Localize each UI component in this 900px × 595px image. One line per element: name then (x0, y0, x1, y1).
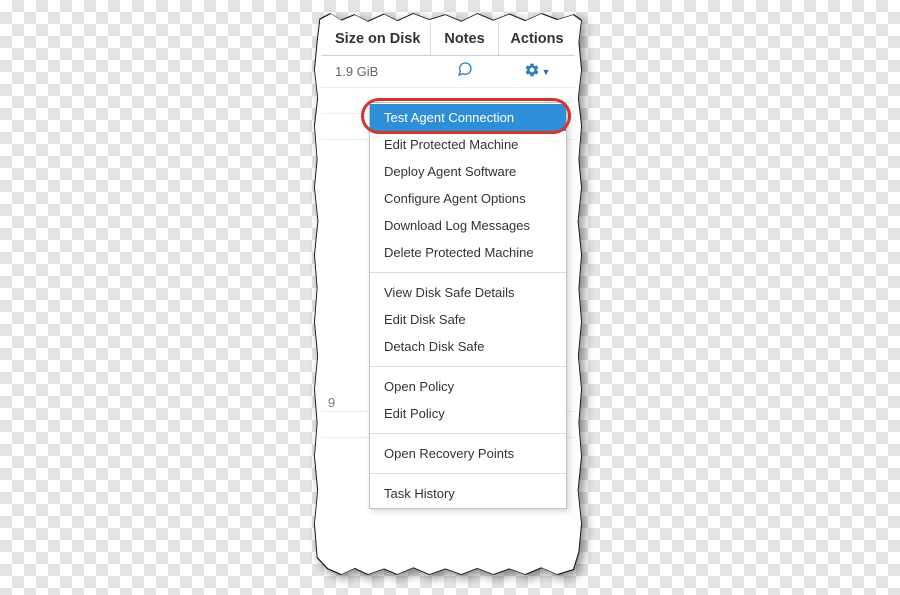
col-header-size[interactable]: Size on Disk (321, 22, 431, 55)
menu-item[interactable]: Download Log Messages (370, 212, 566, 239)
col-header-notes[interactable]: Notes (431, 22, 499, 55)
panel-content: Size on Disk Notes Actions 1.9 GiB ▼ (321, 22, 575, 566)
table-header: Size on Disk Notes Actions (321, 22, 575, 56)
speech-bubble-icon[interactable] (457, 61, 473, 82)
gear-icon[interactable] (524, 62, 540, 81)
menu-item[interactable]: Delete Protected Machine (370, 239, 566, 266)
menu-separator (370, 433, 566, 434)
cell-notes[interactable] (431, 56, 499, 87)
table-row: 1.9 GiB ▼ (321, 56, 575, 88)
caret-down-icon[interactable]: ▼ (542, 67, 551, 77)
cell-size: 1.9 GiB (321, 56, 431, 87)
menu-item[interactable]: Open Policy (370, 373, 566, 400)
menu-item[interactable]: Edit Protected Machine (370, 131, 566, 158)
menu-separator (370, 272, 566, 273)
torn-paper: Size on Disk Notes Actions 1.9 GiB ▼ (315, 14, 581, 574)
menu-item[interactable]: View Disk Safe Details (370, 279, 566, 306)
menu-separator (370, 473, 566, 474)
menu-item[interactable]: Deploy Agent Software (370, 158, 566, 185)
panel-fragment: Size on Disk Notes Actions 1.9 GiB ▼ (315, 14, 581, 574)
menu-item[interactable]: Test Agent Connection (370, 104, 566, 131)
menu-item[interactable]: Task History (370, 480, 566, 507)
partial-cell-text: 9 (328, 395, 335, 410)
menu-item[interactable]: Edit Disk Safe (370, 306, 566, 333)
menu-item[interactable]: Edit Policy (370, 400, 566, 427)
menu-item[interactable]: Configure Agent Options (370, 185, 566, 212)
actions-dropdown: Test Agent ConnectionEdit Protected Mach… (369, 102, 567, 509)
cell-actions[interactable]: ▼ (499, 56, 575, 87)
menu-item[interactable]: Detach Disk Safe (370, 333, 566, 360)
menu-item[interactable]: Open Recovery Points (370, 440, 566, 467)
col-header-actions[interactable]: Actions (499, 22, 575, 55)
menu-separator (370, 366, 566, 367)
